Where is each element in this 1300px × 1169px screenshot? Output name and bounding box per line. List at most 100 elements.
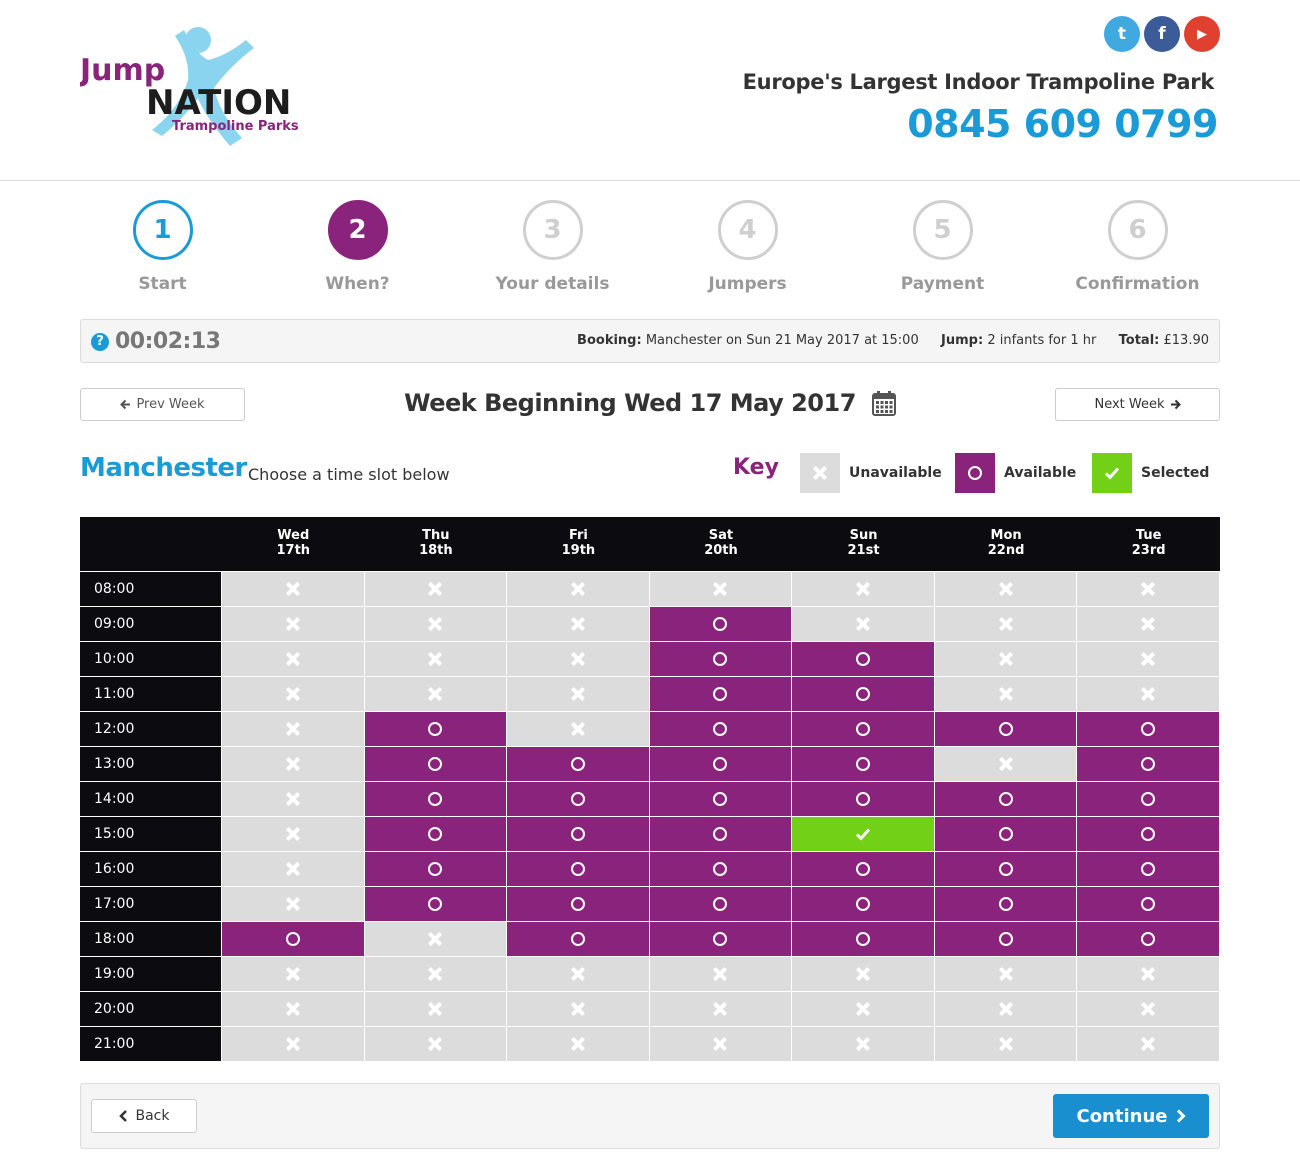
time-label: 17:00 — [80, 887, 221, 921]
slot-available[interactable] — [507, 817, 649, 851]
slot-available[interactable] — [934, 852, 1077, 886]
day-name: Wed — [277, 528, 310, 543]
day-header: Sun 21st — [792, 517, 935, 571]
chevron-left-icon — [118, 1110, 127, 1122]
slot-available[interactable] — [222, 922, 364, 956]
back-button[interactable]: Back — [91, 1099, 197, 1133]
slot-unavailable — [507, 712, 649, 746]
slot-available[interactable] — [649, 782, 792, 816]
slot-available[interactable] — [364, 817, 507, 851]
circle-icon — [856, 757, 871, 771]
slot-available[interactable] — [934, 887, 1077, 921]
slot-available[interactable] — [649, 747, 792, 781]
site-header: Jump NATION Trampoline Parks t f ▶ Europ… — [0, 0, 1300, 181]
grid-body: 08:00 09:00 10:00 11:00 12:00 13:00 14:00 15:00… — [80, 571, 1220, 1061]
slot-available[interactable] — [792, 712, 934, 746]
slot-available[interactable] — [364, 747, 507, 781]
cross-icon — [428, 687, 442, 701]
slot-selected[interactable] — [792, 817, 934, 851]
time-label: 20:00 — [80, 992, 221, 1026]
slot-available[interactable] — [649, 852, 792, 886]
step-2[interactable]: 2 When? — [260, 200, 455, 300]
slot-unavailable — [507, 572, 649, 606]
circle-icon — [1141, 722, 1156, 736]
slot-available[interactable] — [1077, 782, 1219, 816]
cross-icon — [713, 1037, 727, 1051]
day-header: Mon 22nd — [935, 517, 1078, 571]
youtube-icon[interactable]: ▶ — [1184, 16, 1220, 52]
step-5[interactable]: 5 Payment — [845, 200, 1040, 300]
slot-available[interactable] — [934, 782, 1077, 816]
cross-icon — [428, 652, 442, 666]
circle-icon — [1141, 827, 1156, 841]
cross-icon — [428, 967, 442, 981]
step-label: Your details — [495, 274, 610, 294]
day-date: 22nd — [987, 543, 1025, 558]
facebook-icon[interactable]: f — [1144, 16, 1180, 52]
twitter-icon[interactable]: t — [1104, 16, 1140, 52]
slot-available[interactable] — [364, 712, 507, 746]
cross-icon — [428, 1002, 442, 1016]
slot-available[interactable] — [934, 922, 1077, 956]
continue-button[interactable]: Continue — [1053, 1094, 1209, 1138]
slot-available[interactable] — [792, 747, 934, 781]
slot-available[interactable] — [507, 852, 649, 886]
slot-unavailable — [364, 607, 507, 641]
booking-details: Booking: Manchester on Sun 21 May 2017 a… — [577, 333, 1209, 348]
slot-unavailable — [364, 957, 507, 991]
slot-available[interactable] — [1077, 817, 1219, 851]
phone-number[interactable]: 0845 609 0799 — [907, 102, 1218, 146]
slot-available[interactable] — [792, 642, 934, 676]
circle-icon — [856, 897, 871, 911]
slot-available[interactable] — [934, 712, 1077, 746]
step-1[interactable]: 1 Start — [65, 200, 260, 300]
slot-available[interactable] — [1077, 887, 1219, 921]
slot-unavailable — [222, 572, 364, 606]
slot-available[interactable] — [507, 887, 649, 921]
logo-word-nation: NATION — [146, 83, 291, 123]
day-header: Tue 23rd — [1077, 517, 1220, 571]
slot-available[interactable] — [649, 642, 792, 676]
calendar-icon[interactable] — [871, 390, 896, 416]
step-4[interactable]: 4 Jumpers — [650, 200, 845, 300]
slot-unavailable — [1077, 992, 1219, 1026]
slot-available[interactable] — [507, 747, 649, 781]
slot-available[interactable] — [934, 817, 1077, 851]
slot-available[interactable] — [649, 607, 792, 641]
slot-available[interactable] — [1077, 712, 1219, 746]
cross-icon — [571, 652, 585, 666]
slot-available[interactable] — [649, 922, 792, 956]
slot-available[interactable] — [364, 782, 507, 816]
slot-available[interactable] — [1077, 922, 1219, 956]
slot-available[interactable] — [364, 852, 507, 886]
slot-available[interactable] — [792, 887, 934, 921]
total-value: £13.90 — [1163, 333, 1210, 348]
slot-available[interactable] — [792, 677, 934, 711]
cross-icon — [571, 617, 585, 631]
slot-available[interactable] — [649, 887, 792, 921]
slot-unavailable — [934, 1027, 1077, 1061]
circle-icon — [570, 862, 585, 876]
slot-available[interactable] — [507, 782, 649, 816]
slot-available[interactable] — [792, 852, 934, 886]
help-icon[interactable]: ? — [91, 332, 109, 351]
slot-available[interactable] — [1077, 852, 1219, 886]
step-6[interactable]: 6 Confirmation — [1040, 200, 1235, 300]
jump-nation-logo[interactable]: Jump NATION Trampoline Parks — [80, 18, 310, 153]
slot-available[interactable] — [1077, 747, 1219, 781]
slot-available[interactable] — [792, 782, 934, 816]
circle-icon — [856, 792, 871, 806]
step-3[interactable]: 3 Your details — [455, 200, 650, 300]
slot-available[interactable] — [792, 922, 934, 956]
slot-available[interactable] — [649, 677, 792, 711]
cross-icon — [428, 582, 442, 596]
slot-available[interactable] — [649, 817, 792, 851]
next-week-button[interactable]: Next Week — [1055, 388, 1220, 421]
check-icon — [855, 828, 871, 841]
slot-available[interactable] — [364, 887, 507, 921]
slot-available[interactable] — [649, 712, 792, 746]
time-label: 13:00 — [80, 747, 221, 781]
slot-available[interactable] — [507, 922, 649, 956]
prev-week-button[interactable]: Prev Week — [80, 388, 245, 421]
day-name: Thu — [422, 528, 450, 543]
